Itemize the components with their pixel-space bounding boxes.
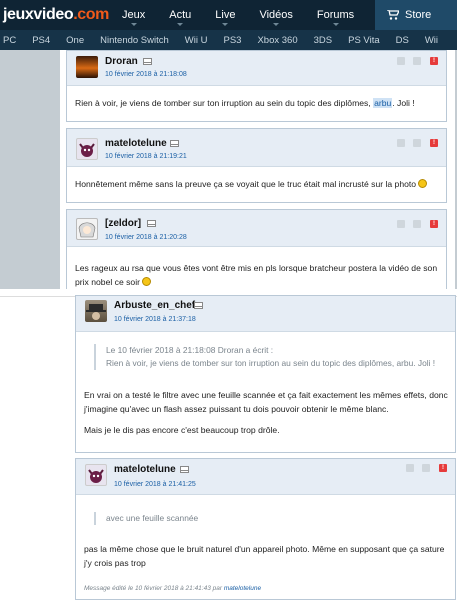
post-date[interactable]: 10 février 2018 à 21:18:08 [105, 71, 187, 78]
platform-ds[interactable]: DS [388, 35, 417, 46]
forum-post: Droran 10 février 2018 à 21:18:08 ! Rien… [66, 50, 447, 122]
copy-icon[interactable] [413, 220, 421, 228]
envelope-icon[interactable] [194, 302, 203, 309]
platform-xbox360[interactable]: Xbox 360 [249, 35, 305, 46]
post-date[interactable]: 10 février 2018 à 21:37:18 [114, 316, 196, 323]
report-icon[interactable]: ! [430, 57, 438, 65]
post-author[interactable]: Arbuste_en_chef [114, 300, 195, 311]
post-body: Honnêtement même sans la preuve ça se vo… [75, 177, 443, 191]
avatar[interactable] [76, 56, 98, 78]
platform-ps4[interactable]: PS4 [24, 35, 58, 46]
forum-post: matelotelune 10 février 2018 à 21:19:21 … [66, 128, 447, 203]
post-date[interactable]: 10 février 2018 à 21:20:28 [105, 234, 187, 241]
platform-nav: PC PS4 One Nintendo Switch Wii U PS3 Xbo… [0, 30, 457, 50]
forum-post: Arbuste_en_chef 10 février 2018 à 21:37:… [75, 295, 456, 453]
post-body-closing: Mais je le dis pas encore c'est beaucoup… [84, 425, 280, 435]
edit-user-link[interactable]: matelotelune [224, 585, 261, 592]
logo-text: jeuxvideo [3, 6, 74, 23]
post-header: matelotelune 10 février 2018 à 21:19:21 … [67, 129, 446, 167]
forum-post: matelotelune 10 février 2018 à 21:41:25 … [75, 458, 456, 600]
post-author[interactable]: matelotelune [114, 464, 176, 475]
anime-avatar-icon [78, 222, 96, 238]
chevron-down-icon [273, 23, 280, 26]
chevron-down-icon [177, 23, 184, 26]
avatar[interactable] [76, 218, 98, 240]
envelope-icon[interactable] [170, 140, 179, 147]
nav-videos[interactable]: Vidéos [247, 0, 304, 30]
top-navigation-bar: jeuxvideo.com Jeux Actu Live Vidéos Foru… [0, 0, 457, 30]
nav-live[interactable]: Live [203, 0, 247, 30]
post-header: matelotelune 10 février 2018 à 21:41:25 … [76, 459, 455, 495]
platform-psvita[interactable]: PS Vita [340, 35, 388, 46]
store-button[interactable]: Store [375, 0, 457, 30]
platform-wii[interactable]: Wii [417, 35, 446, 46]
platform-wiiu[interactable]: Wii U [177, 35, 216, 46]
report-icon[interactable]: ! [430, 139, 438, 147]
laughing-smiley-icon [142, 277, 152, 286]
post-header: [zeldor] 10 février 2018 à 21:20:28 ! [67, 210, 446, 247]
post-body: Rien à voir, je viens de tomber sur ton … [75, 98, 415, 108]
chevron-down-icon [222, 23, 229, 26]
avatar[interactable] [85, 300, 107, 322]
quote-icon[interactable] [397, 139, 405, 147]
store-label: Store [405, 9, 432, 21]
highlighted-word: arbu [373, 98, 393, 108]
quote-icon[interactable] [397, 57, 405, 65]
platform-3ds[interactable]: 3DS [306, 35, 340, 46]
platform-ps3[interactable]: PS3 [216, 35, 250, 46]
post-author[interactable]: [zeldor] [105, 218, 141, 229]
nav-jeux[interactable]: Jeux [110, 0, 157, 30]
avatar[interactable] [85, 464, 107, 486]
platform-pc[interactable]: PC [0, 35, 24, 46]
platform-switch[interactable]: Nintendo Switch [92, 35, 177, 46]
chevron-down-icon [130, 23, 137, 26]
post-body: pas la même chose que le bruit naturel d… [84, 544, 445, 568]
smiley-icon [418, 179, 428, 188]
hat-avatar-icon [86, 304, 106, 320]
nav-actu[interactable]: Actu [157, 0, 203, 30]
envelope-icon[interactable] [143, 58, 152, 65]
post-header: Arbuste_en_chef 10 février 2018 à 21:37:… [76, 296, 455, 332]
copy-icon[interactable] [422, 464, 430, 472]
copy-icon[interactable] [413, 57, 421, 65]
quote-icon[interactable] [397, 220, 405, 228]
avatar[interactable] [76, 138, 98, 160]
chevron-down-icon [332, 23, 339, 26]
nav-forums[interactable]: Forums [305, 0, 366, 30]
post-date[interactable]: 10 février 2018 à 21:41:25 [114, 481, 196, 488]
post-body: Les rageux au rsa que vous êtes vont êtr… [75, 263, 438, 287]
envelope-icon[interactable] [147, 220, 156, 227]
report-icon[interactable]: ! [439, 464, 447, 472]
site-logo[interactable]: jeuxvideo.com [0, 6, 110, 24]
platform-one[interactable]: One [58, 35, 92, 46]
post-author[interactable]: Droran [105, 56, 138, 67]
envelope-icon[interactable] [180, 466, 189, 473]
quoted-message: avec une feuille scannée [94, 512, 454, 525]
logo-domain: .com [73, 6, 109, 23]
post-header: Droran 10 février 2018 à 21:18:08 ! [67, 51, 446, 86]
cart-icon [387, 10, 399, 20]
quoted-message: Le 10 février 2018 à 21:18:08 Droran a é… [94, 344, 454, 370]
post-date[interactable]: 10 février 2018 à 21:19:21 [105, 153, 187, 160]
forum-post: [zeldor] 10 février 2018 à 21:20:28 ! Le… [66, 209, 447, 291]
edit-notice: Message édité le 10 février 2018 à 21:41… [84, 585, 262, 592]
post-author[interactable]: matelotelune [105, 138, 167, 149]
main-nav: Jeux Actu Live Vidéos Forums [110, 0, 366, 30]
copy-icon[interactable] [413, 139, 421, 147]
cat-avatar-icon [88, 469, 104, 483]
post-body: En vrai on a testé le filtre avec une fe… [84, 390, 448, 414]
quote-icon[interactable] [406, 464, 414, 472]
page-background-left [0, 50, 60, 290]
report-icon[interactable]: ! [430, 220, 438, 228]
cat-avatar-icon [79, 143, 95, 157]
